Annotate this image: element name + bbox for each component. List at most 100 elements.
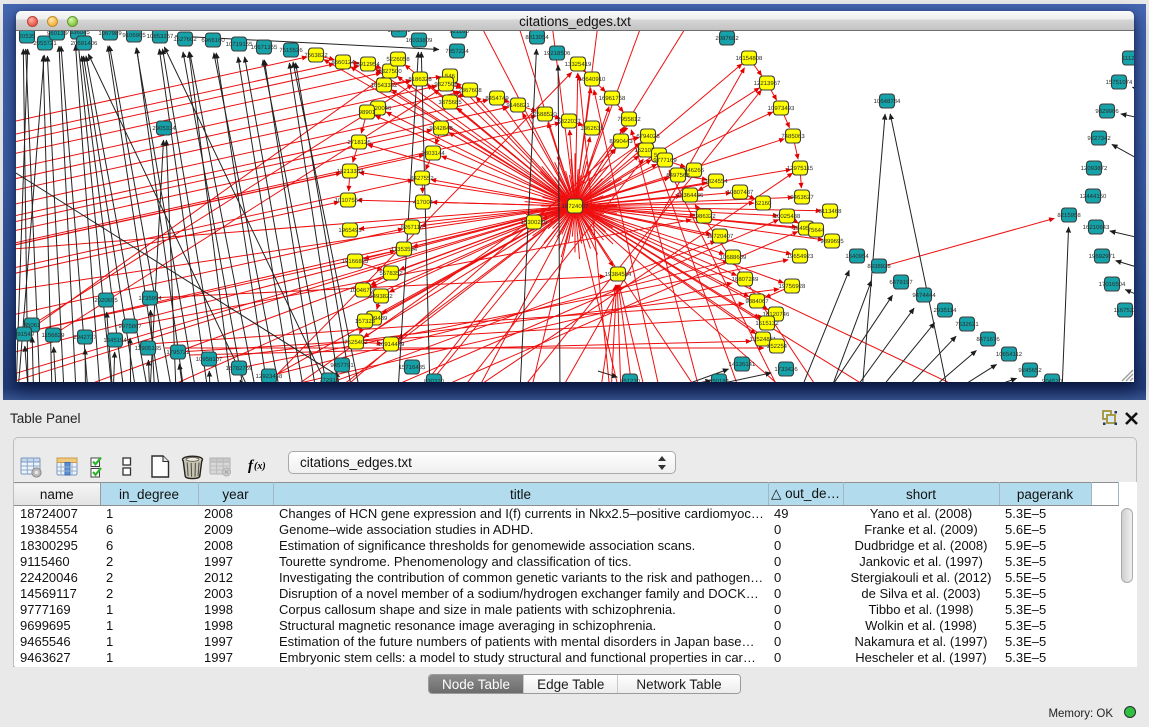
svg-text:7515526: 7515526 bbox=[279, 47, 303, 54]
svg-text:10719155: 10719155 bbox=[226, 41, 253, 48]
svg-text:20535: 20535 bbox=[19, 33, 36, 40]
svg-text:10107554: 10107554 bbox=[335, 197, 362, 204]
svg-text:16782759: 16782759 bbox=[226, 365, 253, 372]
svg-text:14136141: 14136141 bbox=[729, 361, 756, 368]
svg-text:5493822: 5493822 bbox=[369, 293, 393, 300]
svg-text:12444150: 12444150 bbox=[1080, 193, 1107, 200]
svg-text:1167533: 1167533 bbox=[1114, 307, 1134, 314]
svg-text:7632621: 7632621 bbox=[955, 321, 979, 328]
svg-text:252254: 252254 bbox=[767, 343, 788, 350]
svg-text:1735994: 1735994 bbox=[138, 295, 162, 302]
svg-text:8912954: 8912954 bbox=[356, 61, 380, 68]
svg-text:772911: 772911 bbox=[319, 377, 339, 382]
svg-text:8427552: 8427552 bbox=[410, 175, 434, 182]
svg-text:5822037: 5822037 bbox=[557, 118, 581, 125]
svg-text:1527602: 1527602 bbox=[173, 36, 197, 43]
svg-text:11121: 11121 bbox=[1122, 55, 1134, 62]
svg-text:12975115: 12975115 bbox=[787, 165, 814, 172]
svg-text:2718126: 2718126 bbox=[347, 139, 371, 146]
svg-text:16671355: 16671355 bbox=[251, 44, 278, 51]
svg-text:11353594: 11353594 bbox=[391, 246, 418, 253]
svg-text:6794028: 6794028 bbox=[636, 133, 660, 140]
svg-text:8471676: 8471676 bbox=[976, 336, 1000, 343]
svg-text:1795722: 1795722 bbox=[166, 349, 190, 356]
svg-text:7857224: 7857224 bbox=[445, 48, 469, 55]
svg-text:8186328: 8186328 bbox=[408, 76, 432, 83]
svg-text:5578352: 5578352 bbox=[379, 270, 403, 277]
svg-text:(x): (x) bbox=[254, 461, 266, 472]
svg-text:8113468: 8113468 bbox=[819, 208, 843, 215]
svg-text:7625402: 7625402 bbox=[344, 339, 368, 346]
svg-text:8215958: 8215958 bbox=[1057, 212, 1081, 219]
svg-text:1156829: 1156829 bbox=[42, 332, 66, 339]
svg-text:960133: 960133 bbox=[47, 31, 68, 37]
svg-text:8990443: 8990443 bbox=[609, 138, 633, 145]
svg-text:62160: 62160 bbox=[755, 200, 772, 207]
svg-text:18724007: 18724007 bbox=[562, 203, 589, 210]
svg-text:9463627: 9463627 bbox=[790, 194, 814, 201]
svg-text:2803144: 2803144 bbox=[421, 150, 445, 157]
svg-text:19756928: 19756928 bbox=[779, 283, 806, 290]
svg-text:1733426: 1733426 bbox=[774, 366, 798, 373]
svg-text:20364436: 20364436 bbox=[677, 192, 704, 199]
svg-text:10046765: 10046765 bbox=[350, 287, 377, 294]
svg-text:2367608: 2367608 bbox=[458, 87, 482, 94]
svg-text:2942737: 2942737 bbox=[73, 334, 97, 341]
svg-text:9146821: 9146821 bbox=[506, 102, 530, 109]
svg-text:2087682: 2087682 bbox=[715, 35, 739, 42]
svg-text:1640954: 1640954 bbox=[845, 253, 869, 260]
svg-text:2935114: 2935114 bbox=[934, 307, 958, 314]
svg-text:12093872: 12093872 bbox=[1081, 165, 1108, 172]
svg-text:650184: 650184 bbox=[709, 378, 730, 382]
svg-text:19218506: 19218506 bbox=[544, 50, 571, 57]
svg-text:1803442: 1803442 bbox=[387, 31, 411, 34]
svg-text:2905334: 2905334 bbox=[152, 125, 176, 132]
svg-text:921185: 921185 bbox=[449, 31, 469, 35]
svg-text:12923448: 12923448 bbox=[256, 373, 283, 380]
svg-text:7663822: 7663822 bbox=[304, 52, 328, 59]
svg-text:10958107: 10958107 bbox=[196, 356, 223, 363]
svg-text:7336045: 7336045 bbox=[66, 31, 90, 36]
svg-text:10025438: 10025438 bbox=[774, 213, 801, 220]
svg-text:2588520: 2588520 bbox=[533, 111, 557, 118]
svg-text:19384554: 19384554 bbox=[605, 271, 632, 278]
svg-text:7485063: 7485063 bbox=[781, 133, 805, 140]
svg-text:6497568: 6497568 bbox=[666, 172, 690, 179]
svg-text:9474444: 9474444 bbox=[912, 292, 936, 299]
svg-text:9975867: 9975867 bbox=[118, 323, 142, 330]
svg-text:9777169: 9777169 bbox=[653, 157, 677, 164]
svg-text:10853267: 10853267 bbox=[147, 33, 174, 40]
svg-text:8938928: 8938928 bbox=[867, 263, 891, 270]
svg-text:9327508: 9327508 bbox=[434, 81, 458, 88]
svg-text:16154808: 16154808 bbox=[736, 55, 763, 62]
svg-text:15300275: 15300275 bbox=[521, 219, 548, 226]
svg-text:8267110: 8267110 bbox=[401, 224, 425, 231]
svg-text:7955812: 7955812 bbox=[617, 116, 641, 123]
svg-text:10973493: 10973493 bbox=[768, 105, 795, 112]
svg-text:6966160: 6966160 bbox=[201, 37, 225, 44]
svg-text:2020655: 2020655 bbox=[94, 297, 118, 304]
svg-text:3875685: 3875685 bbox=[438, 99, 462, 106]
svg-text:1965493: 1965493 bbox=[338, 227, 362, 234]
svg-text:451230: 451230 bbox=[620, 378, 641, 382]
svg-text:18807249: 18807249 bbox=[732, 276, 759, 283]
svg-text:17016504: 17016504 bbox=[1099, 281, 1126, 288]
svg-text:8454749: 8454749 bbox=[485, 95, 509, 102]
svg-text:1345194: 1345194 bbox=[103, 337, 127, 344]
svg-text:15720407: 15720407 bbox=[707, 233, 734, 240]
svg-text:10688609: 10688609 bbox=[720, 254, 747, 261]
svg-text:9457791: 9457791 bbox=[330, 362, 354, 369]
svg-text:9245652: 9245652 bbox=[1018, 367, 1042, 374]
svg-text:157323: 157323 bbox=[355, 318, 376, 325]
svg-text:10648784: 10648784 bbox=[874, 98, 901, 105]
svg-text:9327500: 9327500 bbox=[378, 68, 402, 75]
svg-text:13325419: 13325419 bbox=[565, 61, 592, 68]
svg-text:904520: 904520 bbox=[1042, 378, 1063, 382]
svg-text:16640910: 16640910 bbox=[579, 76, 606, 83]
svg-text:16033809: 16033809 bbox=[406, 37, 433, 44]
svg-text:2055721: 2055721 bbox=[33, 40, 57, 47]
svg-text:12213383: 12213383 bbox=[337, 168, 364, 175]
svg-text:20691406: 20691406 bbox=[71, 40, 98, 47]
svg-text:9899695: 9899695 bbox=[820, 238, 844, 245]
svg-text:7986322: 7986322 bbox=[692, 213, 716, 220]
